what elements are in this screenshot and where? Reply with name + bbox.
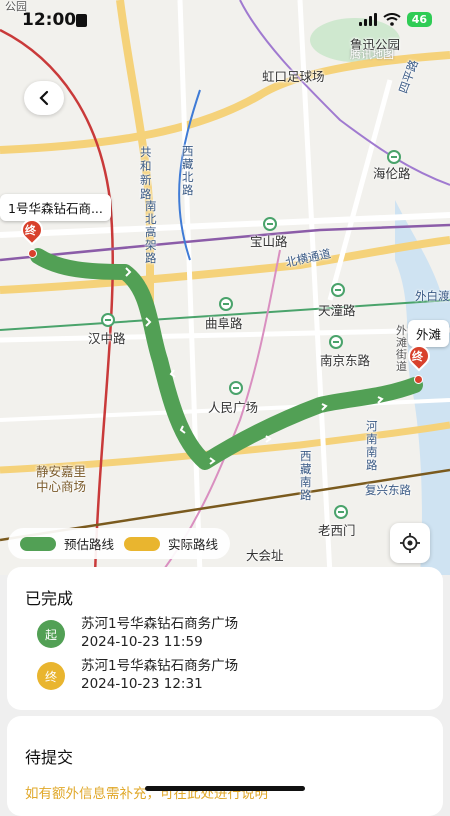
end-location-label: 外滩 [408,320,450,347]
locate-button[interactable] [390,523,430,563]
map-label: 外滩街道 [396,324,407,373]
end-record: 终 苏河1号华森钻石商务广场 2024-10-23 12:31 [37,657,238,693]
metro-station-icon [101,313,115,327]
start-place: 苏河1号华森钻石商务广场 [81,616,239,632]
legend-label-actual: 实际路线 [168,537,219,552]
map-label: 汉中路 [88,331,126,346]
completed-title: 已完成 [25,589,74,608]
start-record: 起 苏河1号华森钻石商务广场 2024-10-23 11:59 [37,615,238,651]
metro-station-icon [329,335,343,349]
map-label: 静安嘉里中心商场 [36,464,87,494]
start-pin-text: 终 [25,224,36,237]
legend-swatch-actual [124,536,161,551]
end-place: 苏河1号华森钻石商务广场 [81,658,239,674]
map-watermark: 腾讯地图 [350,48,394,61]
status-time: 12:00 [22,10,77,30]
cellular-signal-icon [358,13,377,26]
pending-hint[interactable]: 如有额外信息需补充，可在此处进行说明 [25,782,268,802]
start-location-label: 1号华森钻石商... [0,194,111,221]
metro-station-icon [263,217,277,231]
metro-station-icon [229,381,243,395]
start-pin-dot [28,249,37,258]
map-label: 天潼路 [318,303,356,318]
chevron-left-icon [39,90,49,106]
map-label: 西藏北路 [182,144,194,197]
metro-station-icon [387,150,401,164]
end-pin-dot [414,375,423,384]
legend-item-actual: 实际路线 [124,534,218,553]
back-button[interactable] [24,81,64,115]
start-time: 2024-10-23 11:59 [81,634,203,650]
map-label: 曲阜路 [205,316,243,331]
legend-item-estimated: 预估路线 [20,534,114,553]
legend-swatch-estimated [20,536,56,551]
map-label: 海伦路 [373,166,411,181]
wifi-icon [383,13,401,26]
crosshair-icon [400,533,420,553]
start-badge: 起 [37,620,65,648]
map-label: 老西门 [318,523,356,538]
metro-station-icon [219,297,233,311]
map-label: 南北高架路 [145,199,157,265]
pending-card: 待提交 如有额外信息需补充，可在此处进行说明 [7,716,443,816]
map-label: 大会址 [246,548,284,563]
map-label: 人民广场 [208,400,259,415]
map-label: 南京东路 [320,353,371,368]
pending-title: 待提交 [25,748,74,767]
home-indicator [145,786,305,791]
map-label: 河南南路 [366,419,378,472]
map-label: 复兴东路 [365,483,411,497]
battery-level: 46 [406,12,432,27]
end-badge: 终 [37,662,65,690]
status-bar: 12:00 46 [0,0,450,42]
end-time: 2024-10-23 12:31 [81,676,203,692]
metro-station-icon [331,283,345,297]
map-label: 外白渡 [415,289,450,303]
map-label: 共和新路 [140,145,152,201]
route-map[interactable]: 公园 鲁迅公园 腾讯地图 虹口足球场 四平路 海伦路 共和新路 南北高架路 西藏… [0,0,450,575]
legend-label-estimated: 预估路线 [64,537,115,552]
status-indicators: 46 [358,12,432,27]
map-label: 宝山路 [250,234,288,249]
map-label: 虹口足球场 [262,69,325,84]
metro-station-icon [334,505,348,519]
screen-lock-icon [76,14,87,27]
route-legend: 预估路线 实际路线 [8,528,231,559]
map-label: 西藏南路 [300,449,312,502]
completed-card: 已完成 起 苏河1号华森钻石商务广场 2024-10-23 11:59 终 苏河… [7,567,443,710]
end-pin-text: 终 [412,350,423,363]
